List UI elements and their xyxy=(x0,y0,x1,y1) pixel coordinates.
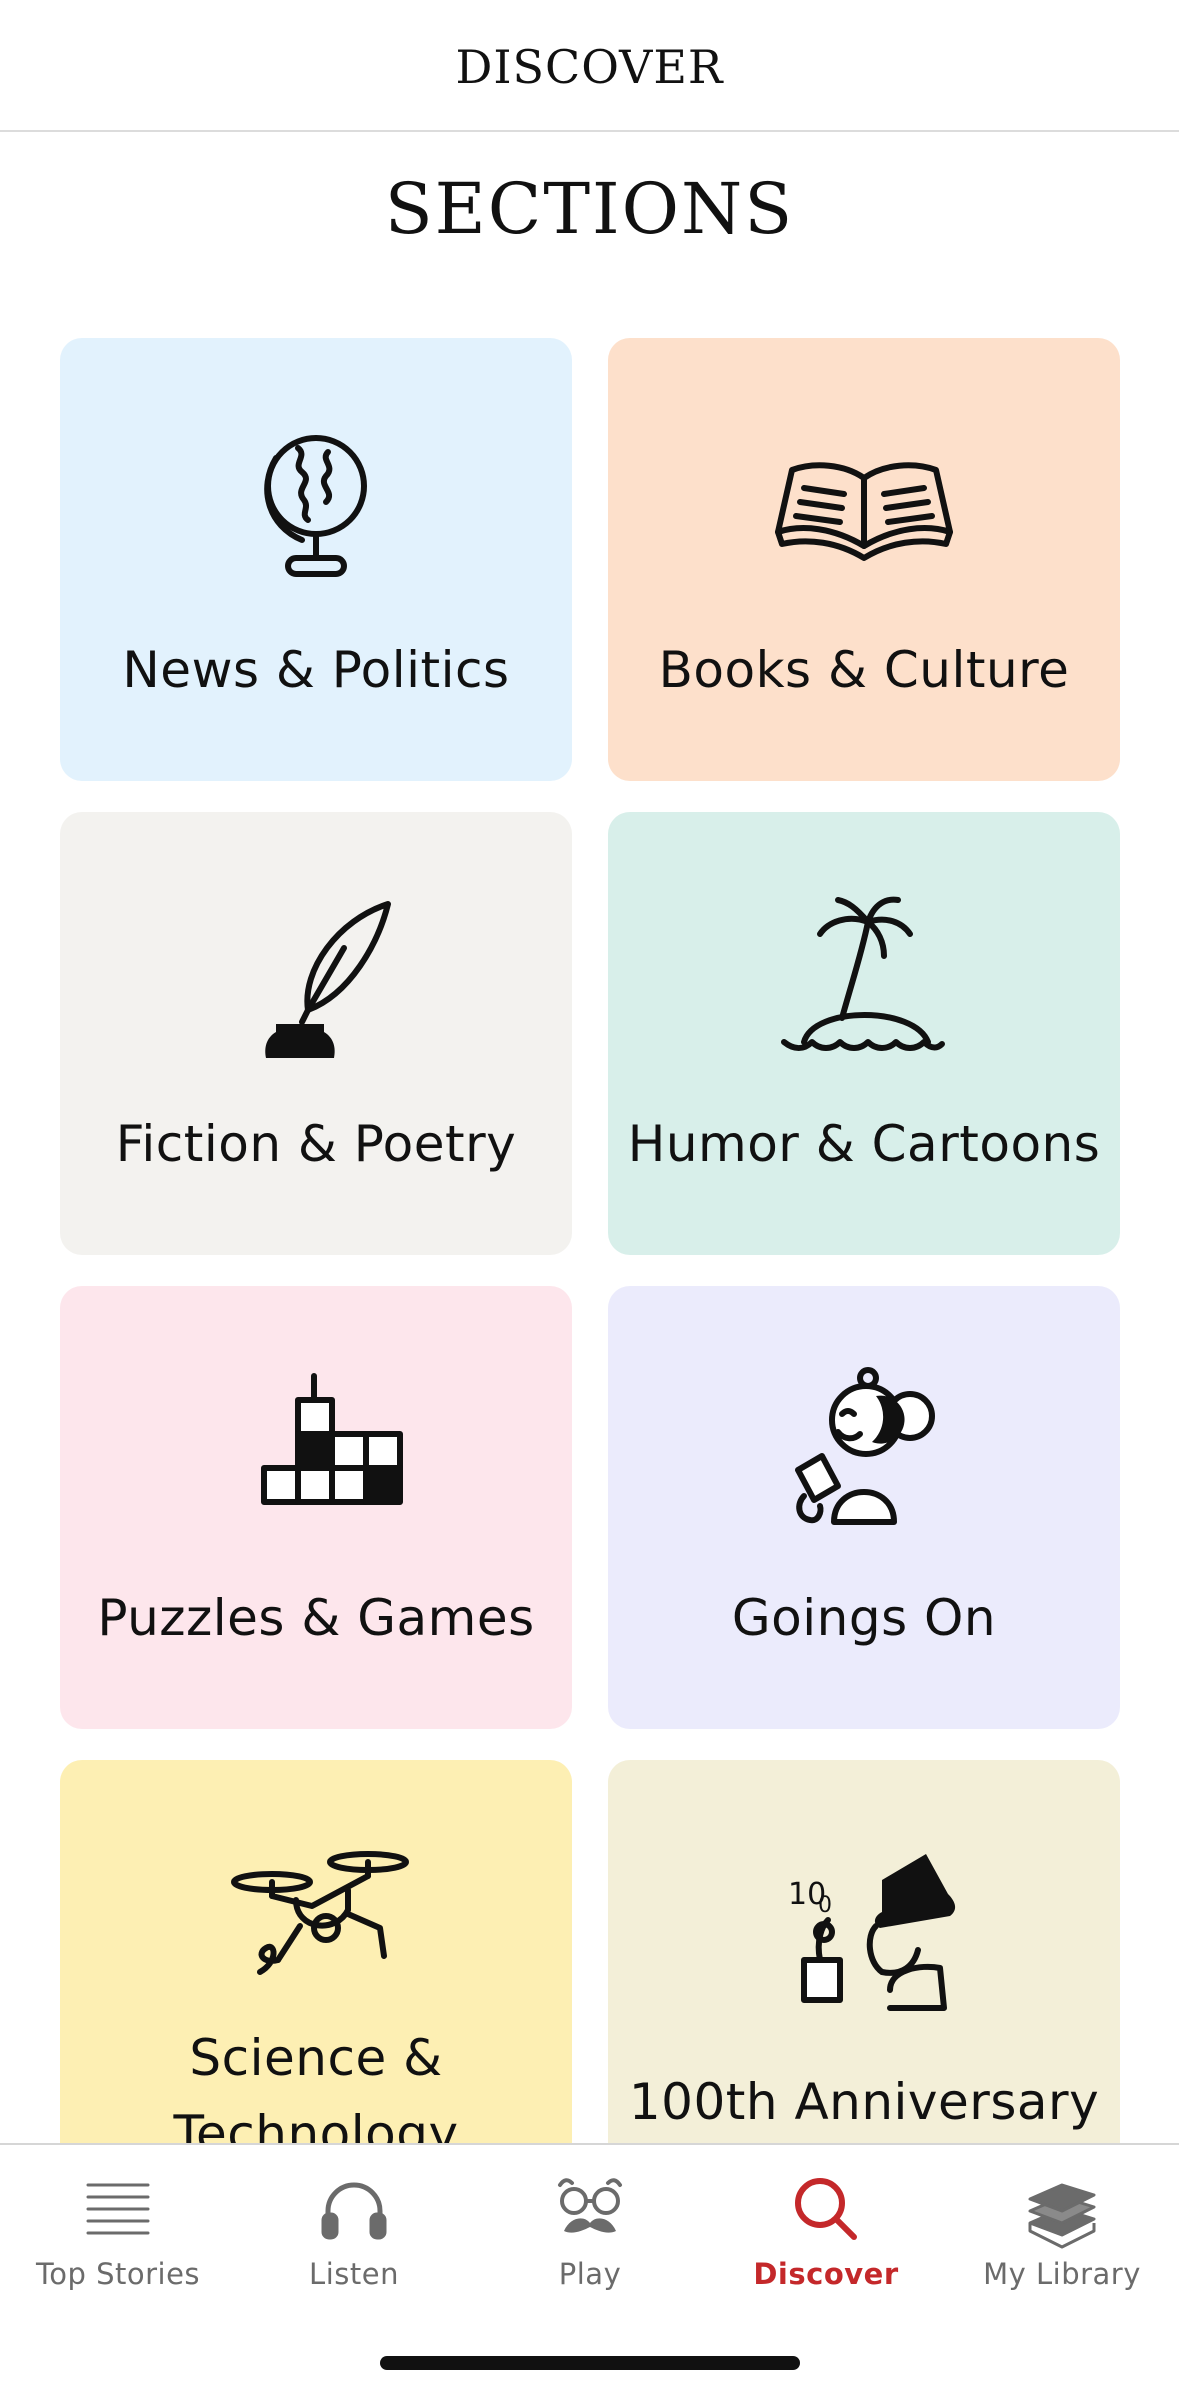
sections-grid: News & Politics Books & Culture Fiction … xyxy=(0,0,1179,2396)
book-stack-icon xyxy=(1028,2183,1096,2249)
open-book-icon xyxy=(764,418,964,588)
section-label: News & Politics xyxy=(122,641,510,699)
section-label-line-1: Science & xyxy=(189,2029,443,2087)
home-indicator xyxy=(380,2356,800,2370)
tab-play[interactable]: Play xyxy=(472,2169,708,2319)
section-label: Humor & Cartoons xyxy=(627,1115,1101,1173)
section-label: Books & Culture xyxy=(658,641,1070,699)
section-tile-science-technology[interactable]: Science & Technology xyxy=(60,1760,572,2203)
section-label: Fiction & Poetry xyxy=(115,1115,517,1173)
globe-icon xyxy=(216,418,416,588)
section-tile-puzzles-games[interactable]: Puzzles & Games xyxy=(60,1286,572,1729)
glasses-mustache-icon xyxy=(558,2178,622,2233)
tab-discover[interactable]: Discover xyxy=(708,2169,944,2319)
tab-label: Listen xyxy=(309,2257,399,2291)
section-label: Puzzles & Games xyxy=(97,1589,535,1647)
palm-island-icon xyxy=(764,892,964,1062)
drone-icon xyxy=(216,1840,416,2010)
svg-text:0: 0 xyxy=(818,1893,832,1918)
section-tile-humor-cartoons[interactable]: Humor & Cartoons xyxy=(608,812,1120,1255)
section-label: Goings On xyxy=(731,1589,997,1647)
person-with-phone-icon xyxy=(764,1366,964,1536)
section-label: 100th Anniversary xyxy=(628,2073,1100,2131)
section-tile-goings-on[interactable]: Goings On xyxy=(608,1286,1120,1729)
eustace-tilley-icon: 10 0 xyxy=(764,1840,964,2011)
section-tile-news-politics[interactable]: News & Politics xyxy=(60,338,572,781)
tab-listen[interactable]: Listen xyxy=(236,2169,472,2319)
tab-my-library[interactable]: My Library xyxy=(944,2169,1179,2319)
section-tile-100th-anniversary[interactable]: 10 0 100th Anniversary xyxy=(608,1760,1120,2203)
lines-icon xyxy=(86,2183,150,2235)
tab-label: My Library xyxy=(983,2257,1141,2291)
search-icon xyxy=(795,2178,857,2240)
section-tile-fiction-poetry[interactable]: Fiction & Poetry xyxy=(60,812,572,1255)
bottom-tab-bar: Top Stories Listen Play Discover My Libr… xyxy=(0,2143,1179,2396)
section-tile-books-culture[interactable]: Books & Culture xyxy=(608,338,1120,781)
headphones-icon xyxy=(321,2182,387,2240)
tab-label: Play xyxy=(558,2257,622,2291)
tab-label: Top Stories xyxy=(35,2257,201,2291)
quill-inkwell-icon xyxy=(216,892,416,1062)
tab-top-stories[interactable]: Top Stories xyxy=(0,2169,236,2319)
tab-label: Discover xyxy=(753,2257,899,2291)
crossword-icon xyxy=(216,1366,416,1536)
